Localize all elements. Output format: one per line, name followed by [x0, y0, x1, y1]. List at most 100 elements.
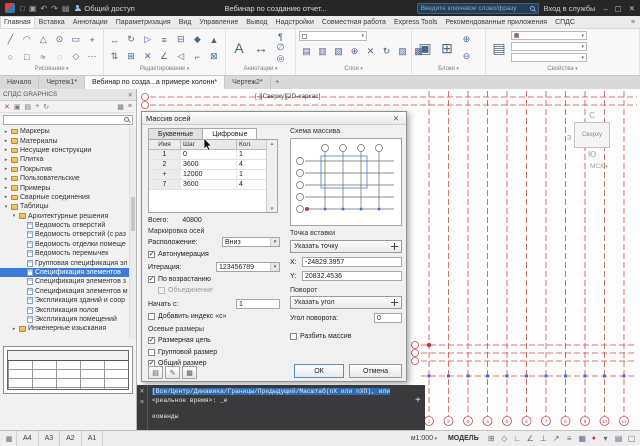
autonumber-checkbox[interactable]	[148, 251, 155, 258]
group-caption[interactable]: Блоки	[412, 66, 485, 75]
ribbon-tool-icon[interactable]: ⌐	[190, 48, 205, 65]
ribbon-tool-icon[interactable]: ▧	[331, 43, 346, 60]
palette-tool-icon[interactable]: +	[35, 103, 39, 111]
grid-cell-name[interactable]: +	[149, 170, 181, 179]
ribbon-tool-icon[interactable]: ⊙	[52, 31, 67, 48]
ribbon-tool-icon[interactable]: ↻	[124, 31, 139, 48]
ribbon-tool-icon[interactable]: ¶	[273, 31, 288, 42]
ascending-checkbox[interactable]	[148, 276, 155, 283]
doc-tab[interactable]: Чертеж2*	[225, 76, 271, 89]
command-history[interactable]: [Все/Центр/Динамика/Границы/Предыдущий/М…	[148, 385, 425, 430]
tree-item[interactable]: Ведомость отверстий	[0, 221, 129, 230]
ribbon-tab[interactable]: Надстройки	[271, 16, 317, 28]
chevron-down-icon[interactable]: ▾	[270, 263, 279, 271]
ribbon-tool-icon[interactable]: +	[85, 31, 100, 48]
property-dropdown[interactable]	[511, 31, 587, 40]
login-button[interactable]: Вход в службы	[544, 4, 596, 13]
ribbon-tab[interactable]: Совместная работа	[318, 16, 390, 28]
tree-expander[interactable]	[3, 129, 9, 135]
tree-item[interactable]: Таблицы	[0, 202, 129, 211]
qat-icon[interactable]: □	[20, 4, 25, 13]
palette-search-box[interactable]	[3, 114, 133, 125]
doc-tab[interactable]: Вебинар по созда...а примере колонн*	[84, 76, 226, 89]
viewcube-top-face[interactable]: Сверху	[574, 122, 610, 148]
ribbon-tab[interactable]: Параметризация	[112, 16, 175, 28]
status-toggle-icon[interactable]: ⊥	[537, 433, 550, 445]
new-tab-button[interactable]: +	[271, 76, 284, 89]
command-menu-icon[interactable]: ≡	[140, 399, 144, 406]
tree-item[interactable]: Пользовательские	[0, 174, 129, 183]
ribbon-tool-icon[interactable]: △	[36, 31, 51, 48]
qat-icon[interactable]: ↷	[51, 4, 58, 13]
minimize-button[interactable]: –	[603, 4, 607, 13]
tree-expander[interactable]	[3, 147, 9, 153]
ribbon-tool-icon[interactable]: ∠	[157, 48, 172, 65]
palette-tool-icon[interactable]: ▤	[25, 103, 32, 111]
doc-tab[interactable]: Начало	[0, 76, 40, 89]
dim-checkbox-row[interactable]: Размерная цепь	[148, 335, 284, 347]
record-icon[interactable]: ●	[589, 435, 599, 442]
ribbon-tab[interactable]: Вывод	[242, 16, 271, 28]
sheet-tab[interactable]: А2	[60, 431, 82, 446]
tree-item[interactable]: Групповая спецификация эл	[0, 258, 129, 267]
ribbon-tool-icon[interactable]: ⊕	[347, 43, 362, 60]
grid-row[interactable]: 7 3600 4	[149, 180, 277, 190]
grid-scrollbar[interactable]: ▲ ▼	[266, 140, 277, 212]
tree-item[interactable]: Маркеры	[0, 127, 129, 136]
ribbon-tool-icon[interactable]: ≡	[157, 31, 172, 48]
angle-input[interactable]: 0	[374, 313, 402, 323]
ribbon-tool-icon[interactable]: ⊟	[173, 31, 188, 48]
group-caption[interactable]: Слои	[296, 66, 411, 75]
dim-checkbox-row[interactable]: Групповой размер	[148, 347, 284, 359]
grid-cell-name[interactable]: 1	[149, 150, 181, 159]
scale-selector[interactable]: м1:000	[406, 435, 442, 442]
ribbon-tab[interactable]: Аннотации	[69, 16, 112, 28]
dim-checkbox[interactable]	[148, 337, 155, 345]
grid-cell-count[interactable]: 4	[237, 180, 267, 189]
ribbon-tool-icon[interactable]: ⊕	[459, 31, 474, 48]
tree-item[interactable]: Инженерные изыскания	[0, 324, 129, 333]
ribbon-tool-icon[interactable]: ◌	[52, 48, 67, 65]
pick-point-button[interactable]: Указать точку	[290, 240, 402, 253]
tree-expander[interactable]	[11, 213, 17, 219]
search-input[interactable]	[420, 4, 528, 12]
ribbon-tool-icon[interactable]: ⊖	[459, 48, 474, 65]
scroll-down-icon[interactable]: ▼	[270, 206, 274, 211]
grid-cell-step[interactable]: 3600	[181, 160, 237, 169]
viewport-controls[interactable]: [-][Сверху][2D-каркас]	[255, 93, 320, 100]
ribbon-tool-icon[interactable]: ⋯	[85, 48, 100, 65]
tree-item[interactable]: Спецификация элементов м	[0, 287, 129, 296]
y-coordinate-input[interactable]: 20832.4536	[302, 271, 402, 281]
ribbon-tool-icon[interactable]: ▷	[140, 31, 155, 48]
group-caption[interactable]: Аннотации	[226, 66, 295, 75]
ribbon-tool-icon[interactable]: ▭	[68, 31, 83, 48]
grid-cell-step[interactable]: 0	[181, 150, 237, 159]
ribbon-tool-icon[interactable]: ◠	[19, 31, 34, 48]
tree-expander[interactable]	[3, 185, 9, 191]
scroll-up-icon[interactable]: ▲	[270, 141, 274, 146]
group-caption[interactable]: Редактирование	[104, 66, 225, 75]
ribbon-tool-icon[interactable]: □	[19, 48, 34, 65]
tree-item[interactable]: Спецификация элементов	[0, 267, 129, 278]
style-icon[interactable]: ✎	[165, 366, 180, 379]
palette-search-input[interactable]	[7, 116, 124, 123]
tree-expander[interactable]	[3, 166, 9, 172]
ribbon-tool-icon[interactable]: ✕	[363, 43, 378, 60]
palette-tool-icon[interactable]: ▦	[117, 103, 124, 111]
properties-icon[interactable]: ▤	[489, 31, 509, 65]
tree-item[interactable]: Материалы	[0, 136, 129, 145]
grid-cell-step[interactable]: 12000	[181, 170, 237, 179]
status-toggle-icon[interactable]: ▦	[576, 433, 589, 445]
tree-item[interactable]: Ведомость перемычек	[0, 249, 129, 258]
ribbon-tool-icon[interactable]: ▥	[315, 43, 330, 60]
ribbon-tab[interactable]: Express Tools	[390, 16, 441, 28]
ribbon-tool-icon[interactable]: ▤	[299, 43, 314, 60]
grid-row[interactable]: 2 3600 4	[149, 160, 277, 170]
sheet-tab[interactable]: А4	[17, 431, 39, 446]
grid-cell-count[interactable]: 1	[237, 150, 267, 159]
ribbon-menu-icon[interactable]: ≡	[626, 16, 640, 28]
tree-item[interactable]: Экспликация зданий и соор	[0, 296, 129, 305]
tree-item[interactable]: Плитка	[0, 155, 129, 164]
status-toggle-icon[interactable]: ◇	[498, 433, 511, 445]
tree-item[interactable]: Покрытия	[0, 165, 129, 174]
